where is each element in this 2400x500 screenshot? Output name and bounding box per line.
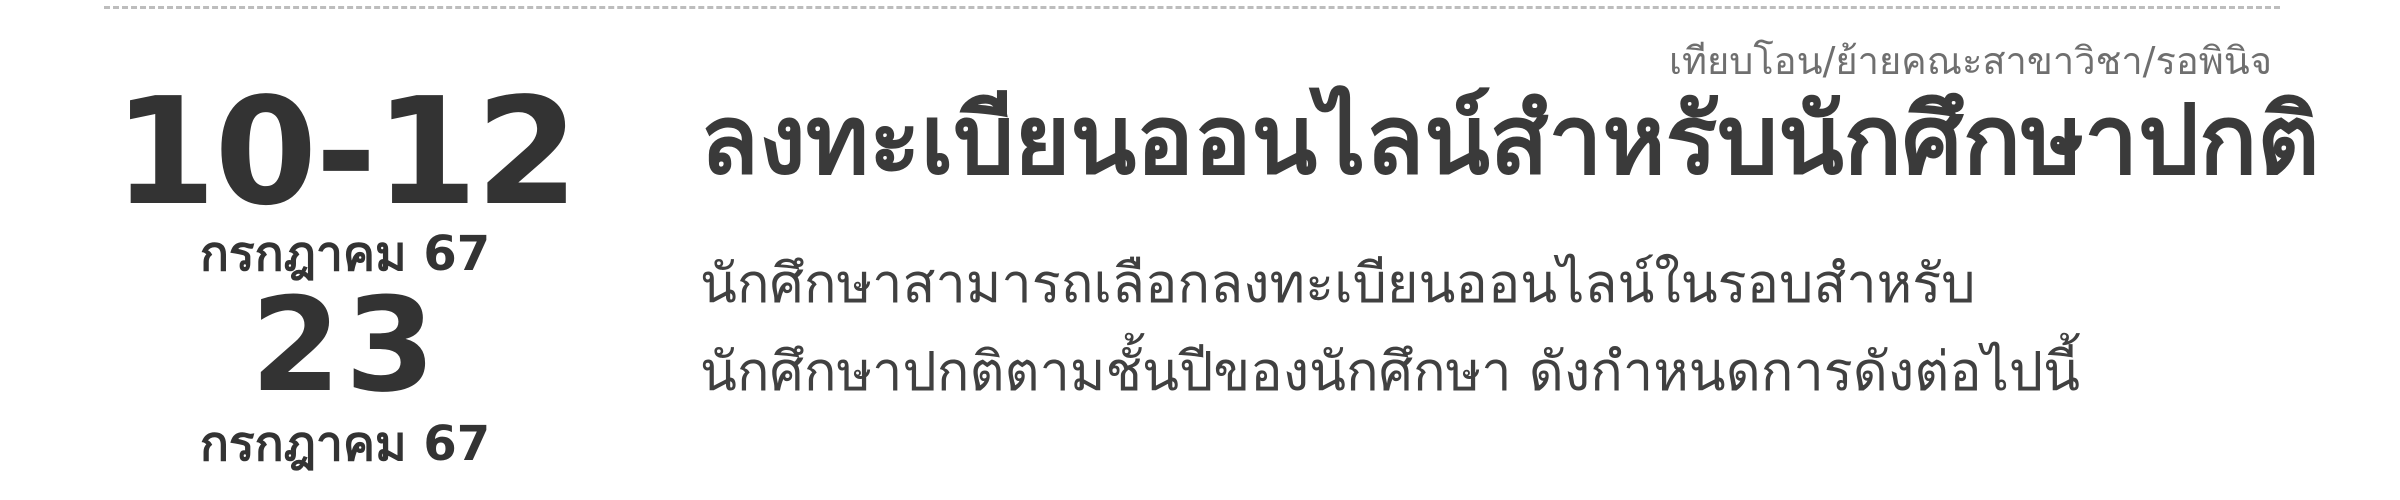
single-date-month: กรกฎาคม 67 [199,416,491,472]
description: นักศึกษาสามารถเลือกลงทะเบียนออนไลน์ในรอบ… [700,240,2320,416]
single-date: 23 [250,269,440,421]
schedule-dates: 10-12 กรกฎาคม 67 23 กรกฎาคม 67 [105,78,585,468]
date-range: 10-12 [113,66,578,238]
description-line-2: นักศึกษาปกติตามชั้นปีของนักศึกษา ดังกำหน… [700,340,2081,403]
category-tagline: เทียบโอน/ย้ายคณะสาขาวิชา/รอพินิจ [1668,39,2272,83]
dashed-divider [104,6,2280,9]
description-line-1: นักศึกษาสามารถเลือกลงทะเบียนออนไลน์ในรอบ… [700,252,1976,315]
page-title: ลงทะเบียนออนไลน์สำหรับนักศึกษาปกติ [700,84,2320,196]
